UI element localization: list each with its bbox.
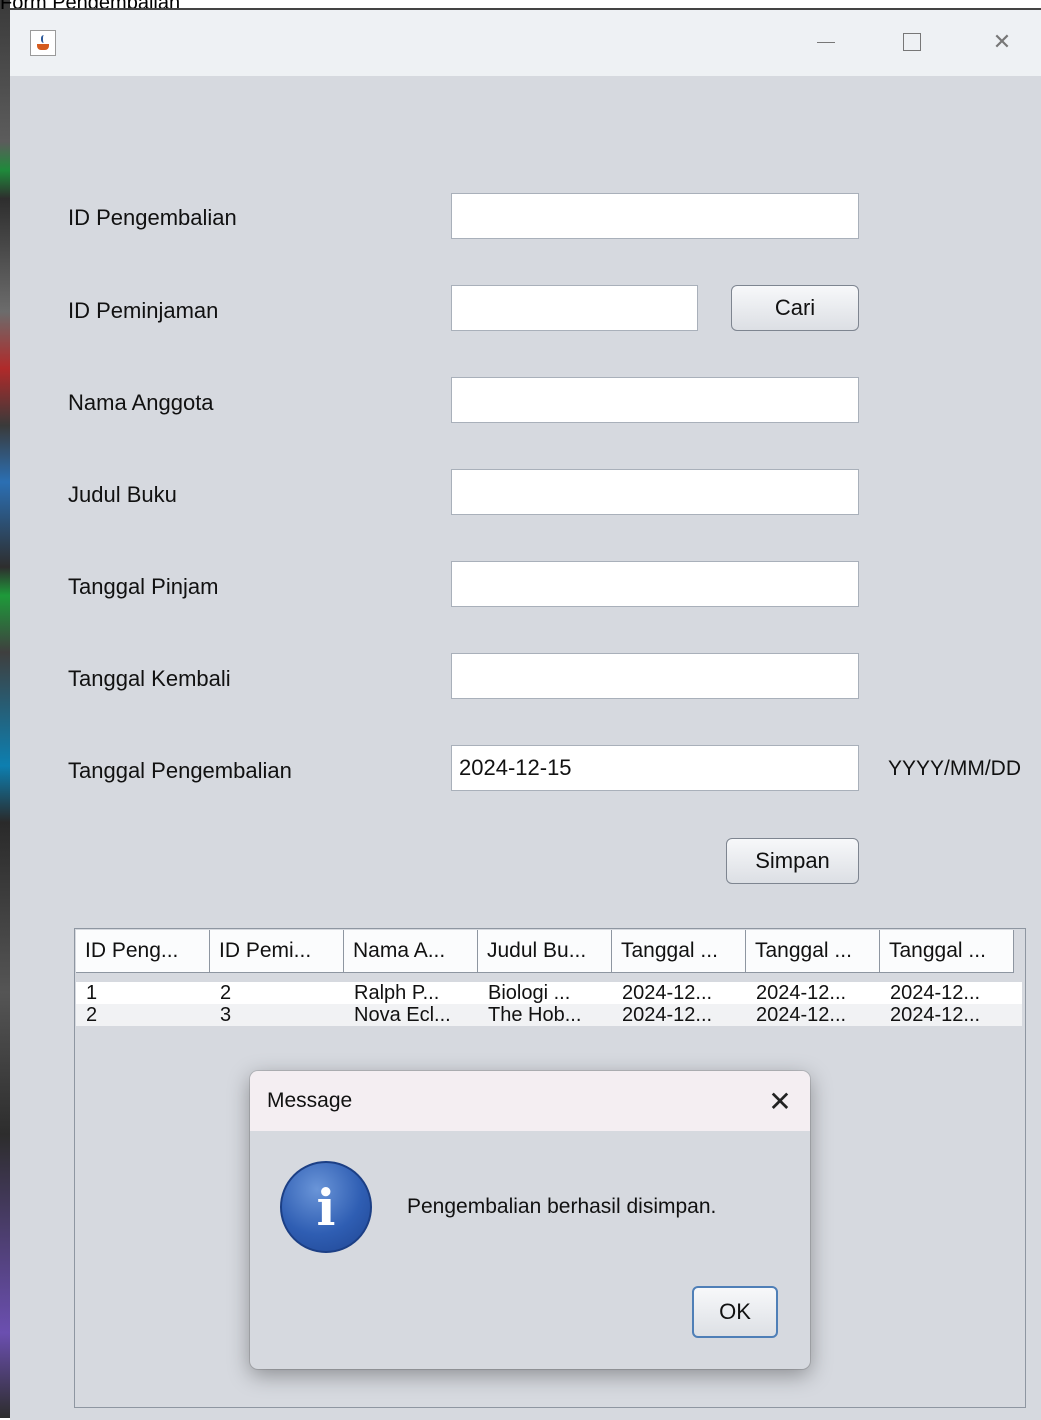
id-peminjaman-field[interactable] — [451, 285, 698, 331]
label-tanggal-pinjam: Tanggal Pinjam — [68, 574, 219, 599]
close-icon: ✕ — [768, 1085, 792, 1117]
java-app-icon — [30, 30, 56, 56]
close-button[interactable]: ✕ — [982, 24, 1022, 60]
tanggal-pinjam-field[interactable] — [451, 561, 859, 607]
table-cell: Biologi ... — [488, 982, 571, 1004]
minimize-button[interactable] — [806, 24, 846, 60]
date-format-hint: YYYY/MM/DD — [888, 757, 1022, 780]
table-cell: 2 — [220, 982, 232, 1004]
info-icon: i — [280, 1161, 372, 1253]
table-cell: 2024-12... — [756, 982, 847, 1004]
tanggal-pengembalian-field[interactable] — [451, 745, 859, 791]
app-window: ✕ ID Pengembalian ID Peminjaman Cari Nam… — [10, 8, 1041, 1420]
label-judul-buku: Judul Buku — [68, 482, 177, 507]
table-row[interactable]: 1 2 Ralph P... Biologi ... 2024-12... 20… — [76, 982, 1022, 1004]
simpan-button[interactable]: Simpan — [726, 838, 859, 884]
table-cell: The Hob... — [488, 1004, 582, 1026]
column-header[interactable]: Tanggal ... — [880, 930, 1014, 972]
column-header[interactable]: Tanggal ... — [746, 930, 880, 972]
tanggal-kembali-field[interactable] — [451, 653, 859, 699]
ok-button[interactable]: OK — [692, 1286, 778, 1338]
judul-buku-field[interactable] — [451, 469, 859, 515]
label-id-peminjaman: ID Peminjaman — [68, 298, 219, 323]
title-bar: ✕ — [10, 10, 1041, 76]
column-header[interactable]: ID Pemi... — [210, 930, 344, 972]
table-cell: 3 — [220, 1004, 232, 1026]
table-cell: Ralph P... — [354, 982, 440, 1004]
message-dialog: Message ✕ i Pengembalian berhasil disimp… — [250, 1071, 810, 1369]
table-cell: 2024-12... — [890, 982, 981, 1004]
table-cell: 2024-12... — [622, 1004, 713, 1026]
close-icon: ✕ — [992, 29, 1012, 54]
dialog-title-bar: Message ✕ — [250, 1071, 810, 1131]
cari-button[interactable]: Cari — [731, 285, 859, 331]
table-cell: 2 — [86, 1004, 98, 1026]
label-id-pengembalian: ID Pengembalian — [68, 205, 237, 230]
minimize-icon — [817, 41, 835, 43]
table-cell: 1 — [86, 982, 98, 1004]
maximize-button[interactable] — [892, 24, 932, 60]
column-header[interactable]: Judul Bu... — [478, 930, 612, 972]
label-nama-anggota: Nama Anggota — [68, 390, 214, 415]
maximize-icon — [903, 33, 921, 51]
table-header: ID Peng... ID Pemi... Nama A... Judul Bu… — [76, 930, 1014, 973]
column-header[interactable]: Nama A... — [344, 930, 478, 972]
label-tanggal-pengembalian: Tanggal Pengembalian — [68, 758, 292, 783]
table-cell: Nova Ecl... — [354, 1004, 451, 1026]
column-header[interactable]: Tanggal ... — [612, 930, 746, 972]
dialog-message: Pengembalian berhasil disimpan. — [407, 1195, 717, 1218]
desktop-background-strip — [0, 0, 10, 1418]
label-tanggal-kembali: Tanggal Kembali — [68, 666, 231, 691]
table-cell: 2024-12... — [890, 1004, 981, 1026]
dialog-close-button[interactable]: ✕ — [762, 1083, 798, 1119]
dialog-title: Message — [267, 1089, 353, 1112]
column-header[interactable]: ID Peng... — [76, 930, 210, 972]
nama-anggota-field[interactable] — [451, 377, 859, 423]
table-row[interactable]: 2 3 Nova Ecl... The Hob... 2024-12... 20… — [76, 1004, 1022, 1026]
table-cell: 2024-12... — [756, 1004, 847, 1026]
table-cell: 2024-12... — [622, 982, 713, 1004]
id-pengembalian-field[interactable] — [451, 193, 859, 239]
